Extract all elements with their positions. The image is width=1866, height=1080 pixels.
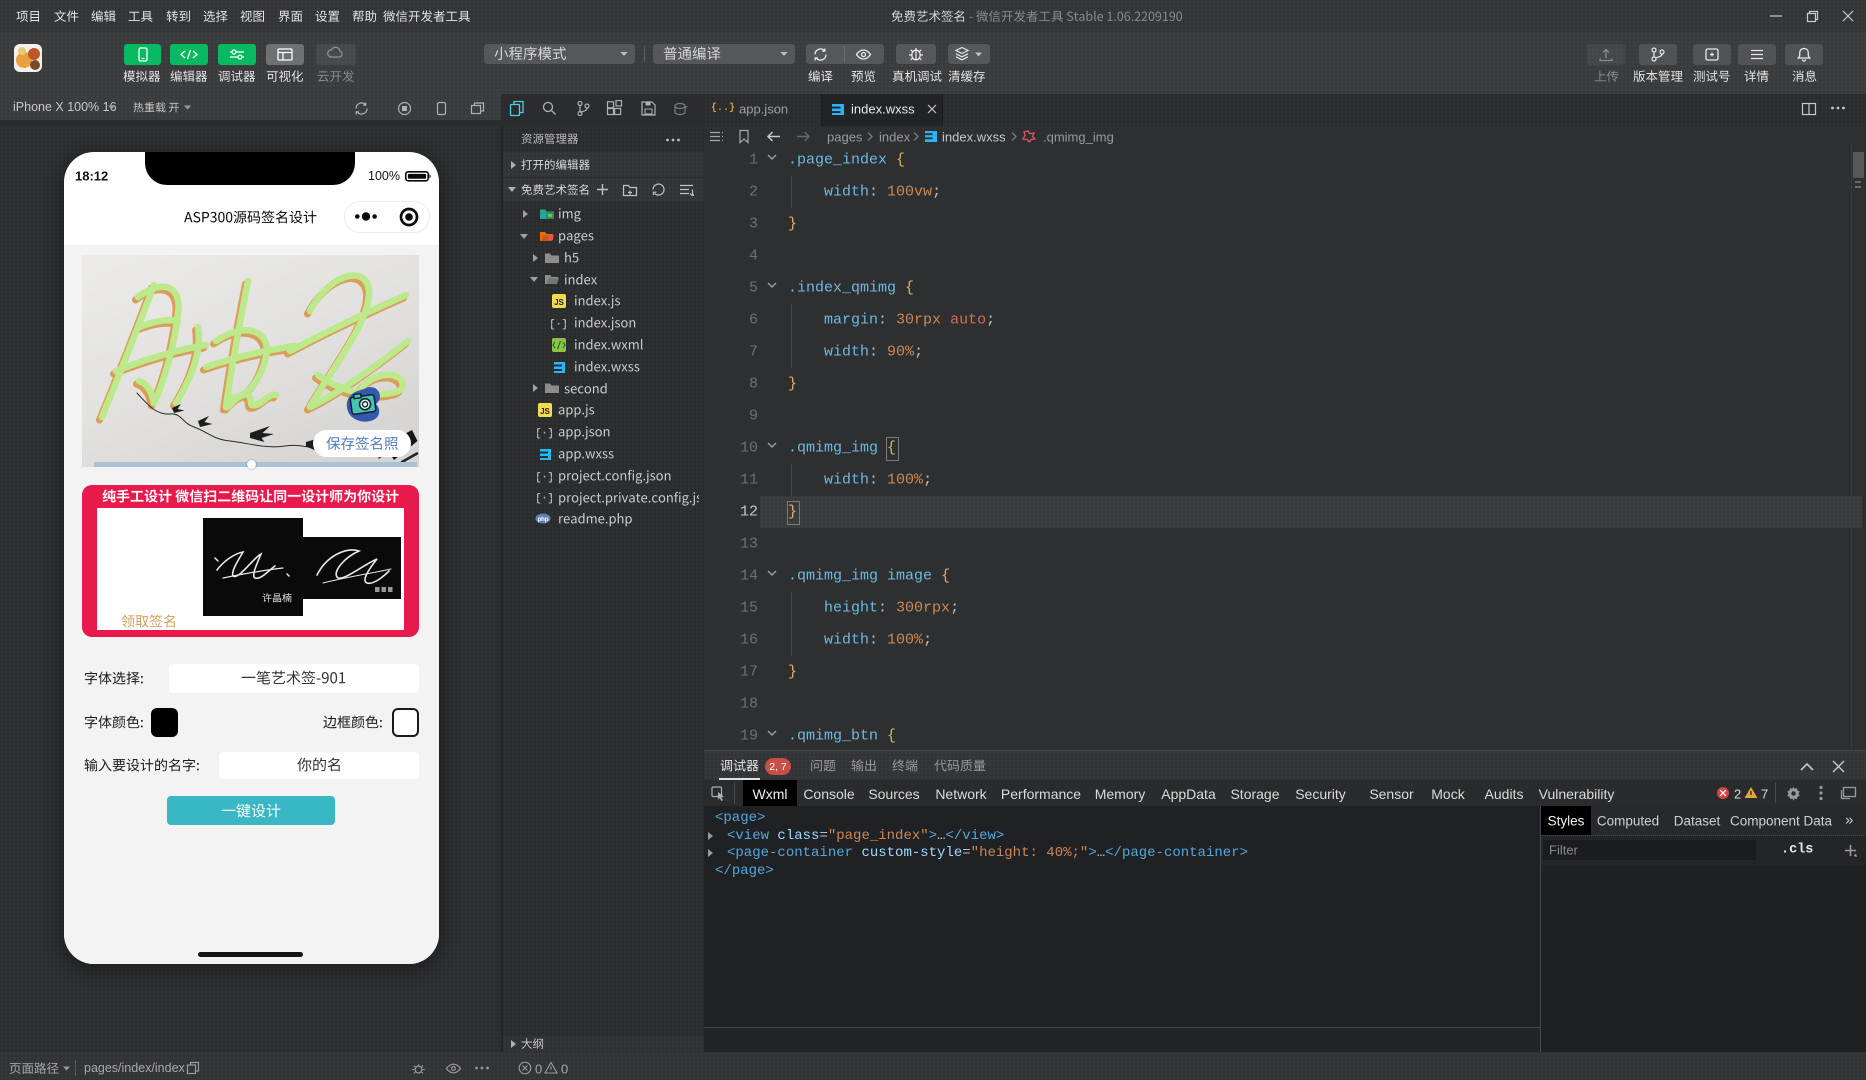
svg-text:{·}: {·} [551, 319, 566, 330]
svg-text:php: php [538, 517, 549, 523]
svg-text:JS: JS [540, 407, 550, 416]
svg-text:{·}: {·} [537, 428, 552, 439]
svg-text:{·}: {·} [537, 493, 552, 504]
svg-text:JS: JS [554, 298, 564, 307]
svg-text:{·}: {·} [537, 472, 552, 483]
